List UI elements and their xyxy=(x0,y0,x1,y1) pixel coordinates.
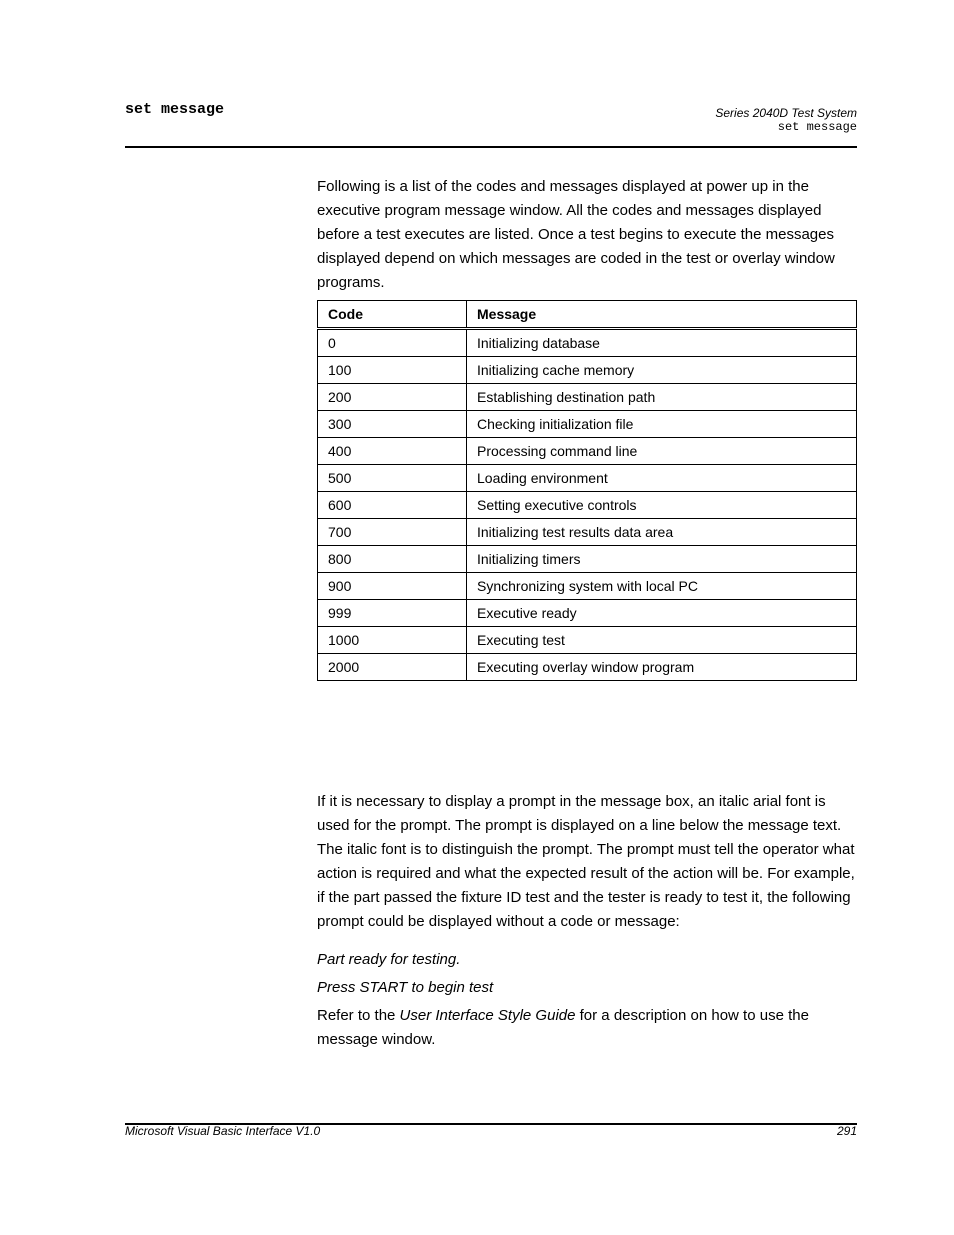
example-prompt: Part ready for testing. Press START to b… xyxy=(317,948,857,1000)
table-row: 0Initializing database xyxy=(318,329,857,357)
cell-code: 500 xyxy=(318,465,467,492)
table-row: 200Establishing destination path xyxy=(318,384,857,411)
header-command-label: set message xyxy=(125,101,224,119)
col-header-message: Message xyxy=(467,301,857,329)
table-row: 900Synchronizing system with local PC xyxy=(318,573,857,600)
cell-code: 900 xyxy=(318,573,467,600)
footer-page-number: 291 xyxy=(837,1124,857,1138)
intro-paragraph: Following is a list of the codes and mes… xyxy=(317,175,857,295)
header-command-label-right: set message xyxy=(715,120,857,134)
table-row: 500Loading environment xyxy=(318,465,857,492)
closing-p2-italic: User Interface Style Guide xyxy=(400,1007,576,1024)
cell-code: 700 xyxy=(318,519,467,546)
cell-message: Establishing destination path xyxy=(467,384,857,411)
cell-code: 0 xyxy=(318,329,467,357)
closing-paragraph-2: Refer to the User Interface Style Guide … xyxy=(317,1004,857,1052)
page-footer: Microsoft Visual Basic Interface V1.0 29… xyxy=(125,1124,857,1138)
closing-paragraph-1: If it is necessary to display a prompt i… xyxy=(317,790,857,934)
table-row: 700Initializing test results data area xyxy=(318,519,857,546)
cell-message: Checking initialization file xyxy=(467,411,857,438)
closing-p2-text-a: Refer to the xyxy=(317,1007,400,1024)
cell-message: Initializing cache memory xyxy=(467,357,857,384)
cell-message: Initializing timers xyxy=(467,546,857,573)
codes-table: Code Message 0Initializing database100In… xyxy=(317,300,857,681)
table-row: 100Initializing cache memory xyxy=(318,357,857,384)
closing-block: If it is necessary to display a prompt i… xyxy=(317,790,857,1066)
codes-table-wrap: Code Message 0Initializing database100In… xyxy=(317,300,857,681)
table-row: 2000Executing overlay window program xyxy=(318,654,857,681)
cell-code: 600 xyxy=(318,492,467,519)
cell-message: Executing test xyxy=(467,627,857,654)
col-header-code: Code xyxy=(318,301,467,329)
cell-message: Initializing database xyxy=(467,329,857,357)
cell-code: 400 xyxy=(318,438,467,465)
cell-code: 200 xyxy=(318,384,467,411)
cell-code: 100 xyxy=(318,357,467,384)
table-row: 600Setting executive controls xyxy=(318,492,857,519)
cell-code: 300 xyxy=(318,411,467,438)
table-row: 400Processing command line xyxy=(318,438,857,465)
footer-left-text: Microsoft Visual Basic Interface V1.0 xyxy=(125,1124,320,1138)
prompt-line-2: Press START to begin test xyxy=(317,976,857,1000)
cell-message: Synchronizing system with local PC xyxy=(467,573,857,600)
cell-message: Executive ready xyxy=(467,600,857,627)
cell-message: Processing command line xyxy=(467,438,857,465)
cell-code: 800 xyxy=(318,546,467,573)
cell-message: Loading environment xyxy=(467,465,857,492)
cell-message: Initializing test results data area xyxy=(467,519,857,546)
table-row: 999Executive ready xyxy=(318,600,857,627)
header-right-block: Series 2040D Test System set message xyxy=(715,106,857,135)
cell-code: 1000 xyxy=(318,627,467,654)
cell-message: Setting executive controls xyxy=(467,492,857,519)
table-row: 800Initializing timers xyxy=(318,546,857,573)
header-rule xyxy=(125,146,857,148)
table-header-row: Code Message xyxy=(318,301,857,329)
cell-code: 2000 xyxy=(318,654,467,681)
prompt-line-1: Part ready for testing. xyxy=(317,948,857,972)
cell-message: Executing overlay window program xyxy=(467,654,857,681)
cell-code: 999 xyxy=(318,600,467,627)
header-product-line: Series 2040D Test System xyxy=(715,106,857,120)
table-row: 1000Executing test xyxy=(318,627,857,654)
table-row: 300Checking initialization file xyxy=(318,411,857,438)
